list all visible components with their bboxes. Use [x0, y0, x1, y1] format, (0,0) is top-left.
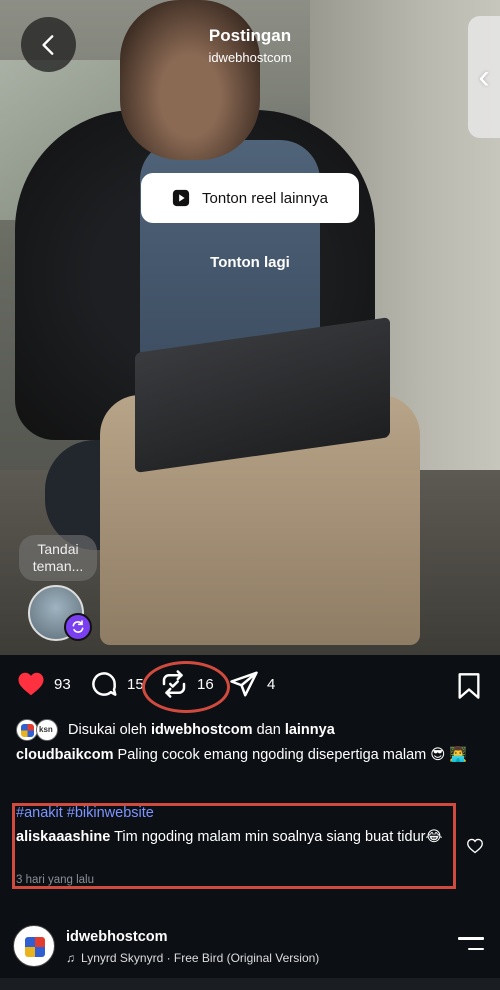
hashtags[interactable]: #anakit #bikinwebsite [16, 805, 154, 821]
post-caption: cloudbaikcom Paling cocok emang ngoding … [16, 745, 486, 766]
liked-by-others[interactable]: lainnya [285, 722, 335, 738]
post-info-panel: 93 15 16 4 ksn Disukai oleh idwebhostcom… [0, 655, 500, 990]
caption-text: Paling cocok emang ngoding disepertiga m… [117, 747, 468, 763]
heart-outline-icon[interactable] [466, 838, 484, 854]
watch-more-reels-label: Tonton reel lainnya [202, 189, 328, 207]
liked-by-avatars: ksn [16, 719, 62, 741]
save-button[interactable] [456, 672, 482, 705]
comment-item: aliskaaashine Tim ngoding malam min soal… [16, 827, 446, 847]
audio-track[interactable]: ♫ Lynyrd Skynyrd · Free Bird (Original V… [66, 951, 319, 965]
chevron-left-icon: ‹ [478, 57, 490, 96]
avatar: ksn [36, 719, 58, 741]
liked-by-user[interactable]: idwebhostcom [151, 722, 253, 738]
heart-filled-icon [18, 672, 44, 696]
liked-by-connector: dan [256, 722, 281, 738]
liked-by-prefix: Disukai oleh [68, 722, 147, 738]
audio-row[interactable]: idwebhostcom ♫ Lynyrd Skynyrd · Free Bir… [0, 917, 500, 977]
side-panel-handle[interactable]: ‹ [468, 16, 500, 138]
comment-icon [92, 672, 117, 696]
like-button[interactable]: 93 [16, 669, 71, 699]
liked-by-row[interactable]: ksn Disukai oleh idwebhostcom dan lainny… [16, 719, 335, 741]
comment-timestamp: 3 hari yang lalu [16, 874, 94, 886]
caption-username[interactable]: cloudbaikcom [16, 747, 114, 763]
reel-play-icon [172, 189, 190, 207]
page-title: Postingan [208, 26, 292, 45]
watch-more-reels-button[interactable]: Tonton reel lainnya [141, 173, 359, 223]
avatar[interactable] [13, 925, 55, 967]
remix-icon [64, 613, 92, 641]
repost-button[interactable]: 16 [159, 669, 214, 699]
comment-button[interactable]: 15 [89, 669, 144, 699]
audio-username[interactable]: idwebhostcom [66, 929, 168, 945]
page-header: Postingan idwebhostcom [0, 26, 500, 65]
action-bar: 93 15 16 4 [0, 655, 500, 715]
bookmark-icon [458, 673, 480, 699]
next-item-peek [0, 978, 500, 990]
page-subtitle[interactable]: idwebhostcom [0, 50, 500, 65]
share-button[interactable]: 4 [229, 669, 275, 699]
comment-username[interactable]: aliskaaashine [16, 829, 110, 845]
repost-count: 16 [197, 675, 214, 693]
menu-icon[interactable] [458, 937, 484, 955]
music-note-icon: ♫ [66, 951, 75, 965]
audio-track-label: Lynyrd Skynyrd · Free Bird (Original Ver… [81, 951, 320, 965]
tag-people-button[interactable]: Tandai teman... [19, 535, 97, 581]
comment-text: Tim ngoding malam min soalnya siang buat… [114, 829, 443, 845]
repost-icon [162, 670, 186, 698]
send-icon [230, 671, 258, 697]
avatar [16, 719, 38, 741]
like-count: 93 [54, 675, 71, 693]
person-head [120, 0, 260, 160]
share-count: 4 [267, 675, 276, 693]
replay-button[interactable]: Tonton lagi [0, 254, 500, 271]
